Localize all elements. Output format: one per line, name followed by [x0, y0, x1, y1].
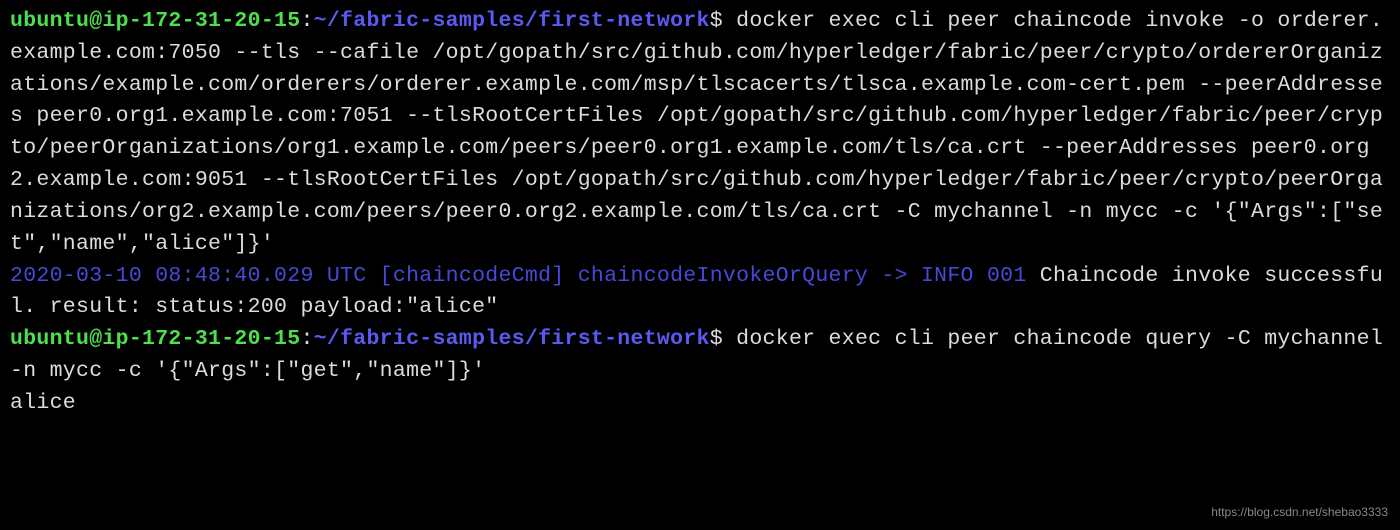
command-1: docker exec cli peer chaincode invoke -o…: [10, 9, 1383, 256]
prompt-cwd-2: ~/fabric-samples/first-network: [314, 327, 710, 351]
prompt-sep-2b: $: [710, 327, 723, 351]
query-output: alice: [10, 391, 76, 415]
prompt-sep-2a: :: [300, 327, 313, 351]
prompt-user-host-2: ubuntu@ip-172-31-20-15: [10, 327, 300, 351]
terminal-output: ubuntu@ip-172-31-20-15:~/fabric-samples/…: [10, 6, 1390, 420]
prompt-cwd-1: ~/fabric-samples/first-network: [314, 9, 710, 33]
watermark-text: https://blog.csdn.net/shebao3333: [1211, 504, 1388, 522]
prompt-sep-1a: :: [300, 9, 313, 33]
log-info-prefix: 2020-03-10 08:48:40.029 UTC [chaincodeCm…: [10, 264, 1027, 288]
prompt-sep-1b: $: [710, 9, 723, 33]
prompt-user-host-1: ubuntu@ip-172-31-20-15: [10, 9, 300, 33]
